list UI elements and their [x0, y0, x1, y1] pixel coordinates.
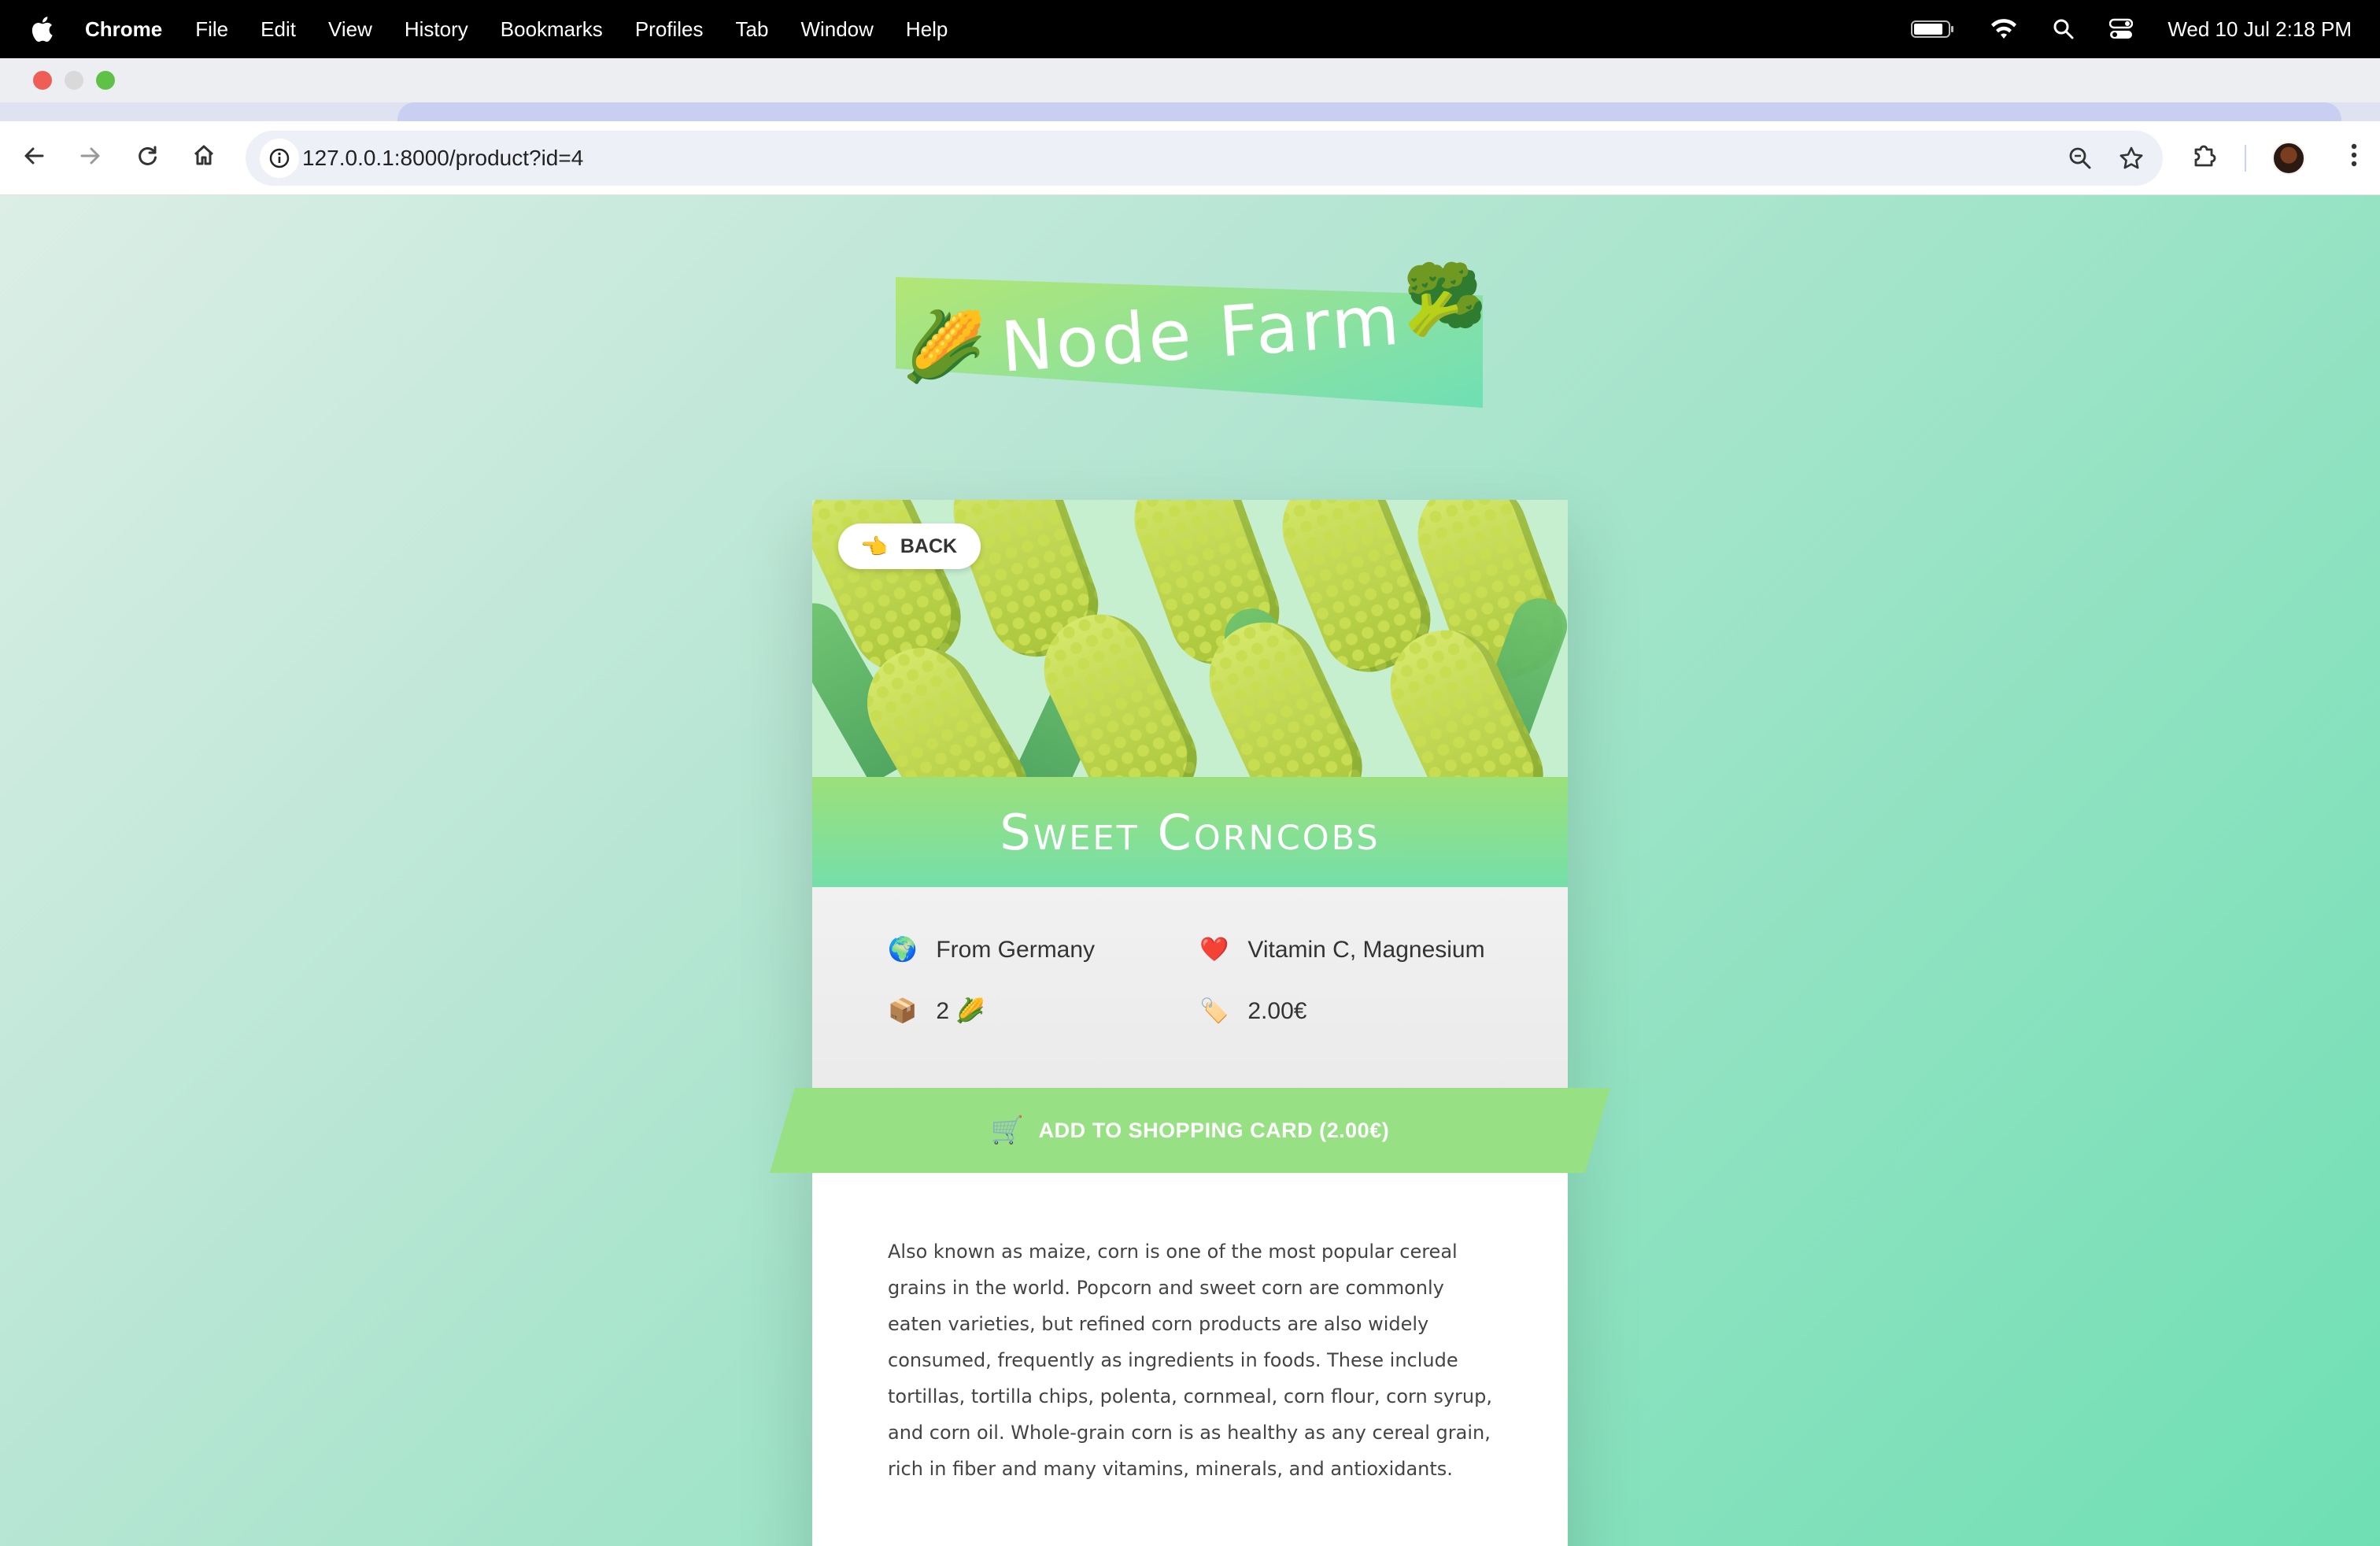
- bookmark-star-icon[interactable]: [2119, 146, 2144, 171]
- window-titlebar: [0, 58, 2380, 102]
- home-button[interactable]: [186, 140, 222, 176]
- broccoli-emoji-icon: 🥦: [1402, 262, 1488, 338]
- product-quantity: 📦 2 🌽: [888, 997, 985, 1025]
- add-to-cart-label: ADD TO SHOPPING CARD (2.00€): [1038, 1118, 1390, 1142]
- arrow-right-icon: [79, 143, 102, 174]
- product-hero-image: 👈 BACK: [812, 500, 1568, 777]
- product-nutrients-text: Vitamin C, Magnesium: [1247, 936, 1485, 963]
- close-window-button[interactable]: [33, 71, 52, 90]
- zoom-icon[interactable]: [2068, 146, 2092, 170]
- menu-history[interactable]: History: [405, 17, 468, 42]
- menu-bookmarks[interactable]: Bookmarks: [501, 17, 603, 42]
- arrow-left-icon: [23, 143, 45, 174]
- back-button-label: BACK: [900, 534, 958, 557]
- price-tag-icon: 🏷️: [1199, 998, 1229, 1024]
- pointing-hand-icon: 👈: [860, 534, 888, 559]
- package-icon: 📦: [888, 998, 918, 1024]
- back-nav-button[interactable]: [16, 140, 52, 176]
- spotlight-search-icon[interactable]: [2053, 18, 2075, 40]
- extensions-button[interactable]: [2186, 140, 2223, 176]
- page-content: 🌽 Node Farm 🥦 👈 BACK Sweet Corncobs 🌍 Fr…: [0, 195, 2380, 1546]
- product-nutrients: ❤️ Vitamin C, Magnesium: [1199, 936, 1485, 963]
- back-button[interactable]: 👈 BACK: [838, 523, 981, 569]
- product-name: Sweet Corncobs: [1000, 803, 1380, 861]
- reload-icon: [136, 143, 158, 174]
- site-logo[interactable]: 🌽 Node Farm 🥦: [896, 260, 1488, 409]
- menubar-clock[interactable]: Wed 10 Jul 2:18 PM: [2168, 17, 2352, 42]
- omnibox-actions: [2042, 131, 2144, 186]
- heart-icon: ❤️: [1199, 937, 1229, 963]
- toolbar-separator: [2245, 145, 2246, 172]
- forward-nav-button[interactable]: [72, 140, 109, 176]
- maximize-window-button[interactable]: [96, 71, 115, 90]
- reload-button[interactable]: [129, 140, 165, 176]
- product-name-band: Sweet Corncobs: [812, 777, 1568, 887]
- menu-help[interactable]: Help: [906, 17, 948, 42]
- shopping-cart-icon: 🛒: [990, 1115, 1025, 1145]
- menu-view[interactable]: View: [328, 17, 372, 42]
- apple-icon[interactable]: [30, 16, 54, 43]
- site-info-icon[interactable]: [260, 139, 299, 178]
- corn-emoji-icon: 🌽: [902, 309, 987, 385]
- menu-tab[interactable]: Tab: [736, 17, 769, 42]
- tab-strip: [0, 102, 2380, 121]
- macos-menubar: Chrome File Edit View History Bookmarks …: [0, 0, 2380, 58]
- browser-toolbar: 127.0.0.1:8000/product?id=4: [0, 121, 2380, 195]
- product-origin: 🌍 From Germany: [888, 936, 1095, 963]
- product-quantity-text: 2 🌽: [936, 998, 985, 1024]
- product-price-text: 2.00€: [1247, 997, 1307, 1024]
- home-icon: [192, 143, 216, 174]
- active-tab[interactable]: [397, 102, 2341, 121]
- product-details: 🌍 From Germany ❤️ Vitamin C, Magnesium 📦…: [812, 887, 1568, 1101]
- chrome-menu-button[interactable]: [2336, 140, 2372, 176]
- puzzle-icon: [2191, 142, 2218, 176]
- product-price: 🏷️ 2.00€: [1199, 997, 1306, 1025]
- menu-file[interactable]: File: [195, 17, 228, 42]
- control-center-icon[interactable]: [2109, 18, 2134, 40]
- url-text[interactable]: 127.0.0.1:8000/product?id=4: [302, 146, 583, 171]
- product-description: Also known as maize, corn is one of the …: [888, 1241, 1492, 1480]
- menu-window[interactable]: Window: [800, 17, 873, 42]
- globe-icon: 🌍: [888, 937, 918, 963]
- minimize-window-button[interactable]: [65, 71, 83, 90]
- status-area: Wed 10 Jul 2:18 PM: [1876, 17, 2352, 42]
- product-origin-text: From Germany: [936, 936, 1096, 963]
- address-bar[interactable]: 127.0.0.1:8000/product?id=4: [246, 131, 2163, 186]
- wifi-icon[interactable]: [1990, 18, 2018, 40]
- menu-app-name[interactable]: Chrome: [85, 17, 162, 42]
- product-card: 👈 BACK Sweet Corncobs 🌍 From Germany ❤️ …: [812, 500, 1568, 1546]
- battery-icon[interactable]: [1911, 19, 1955, 39]
- kebab-icon: [2350, 142, 2358, 175]
- menu-profiles[interactable]: Profiles: [635, 17, 704, 42]
- add-to-cart-button[interactable]: 🛒 ADD TO SHOPPING CARD (2.00€): [770, 1088, 1610, 1173]
- profile-avatar[interactable]: [2272, 142, 2305, 175]
- menu-edit[interactable]: Edit: [261, 17, 296, 42]
